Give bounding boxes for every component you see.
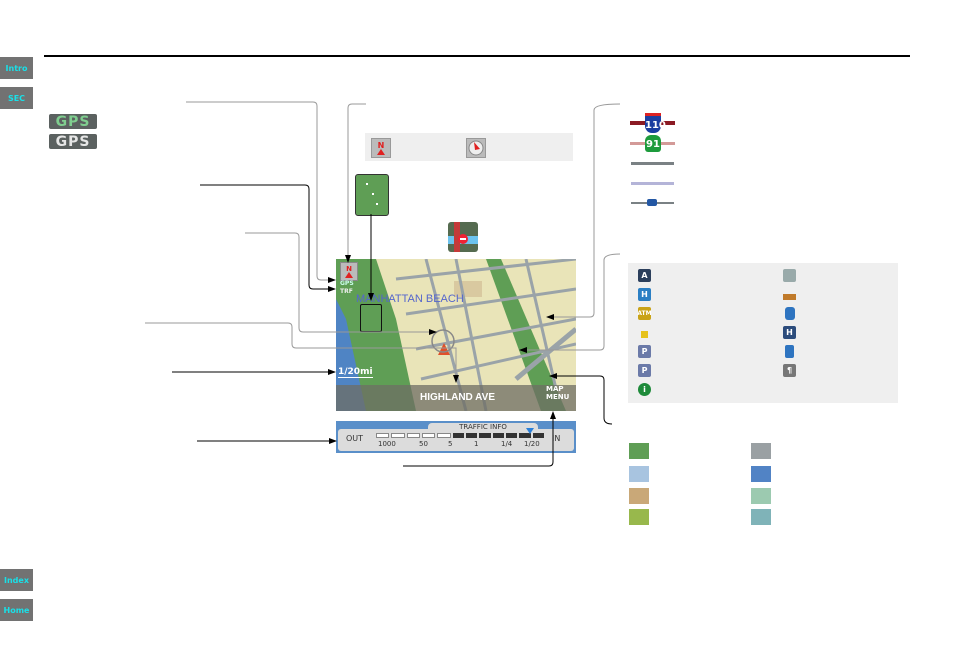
- callout-lines: [145, 101, 621, 467]
